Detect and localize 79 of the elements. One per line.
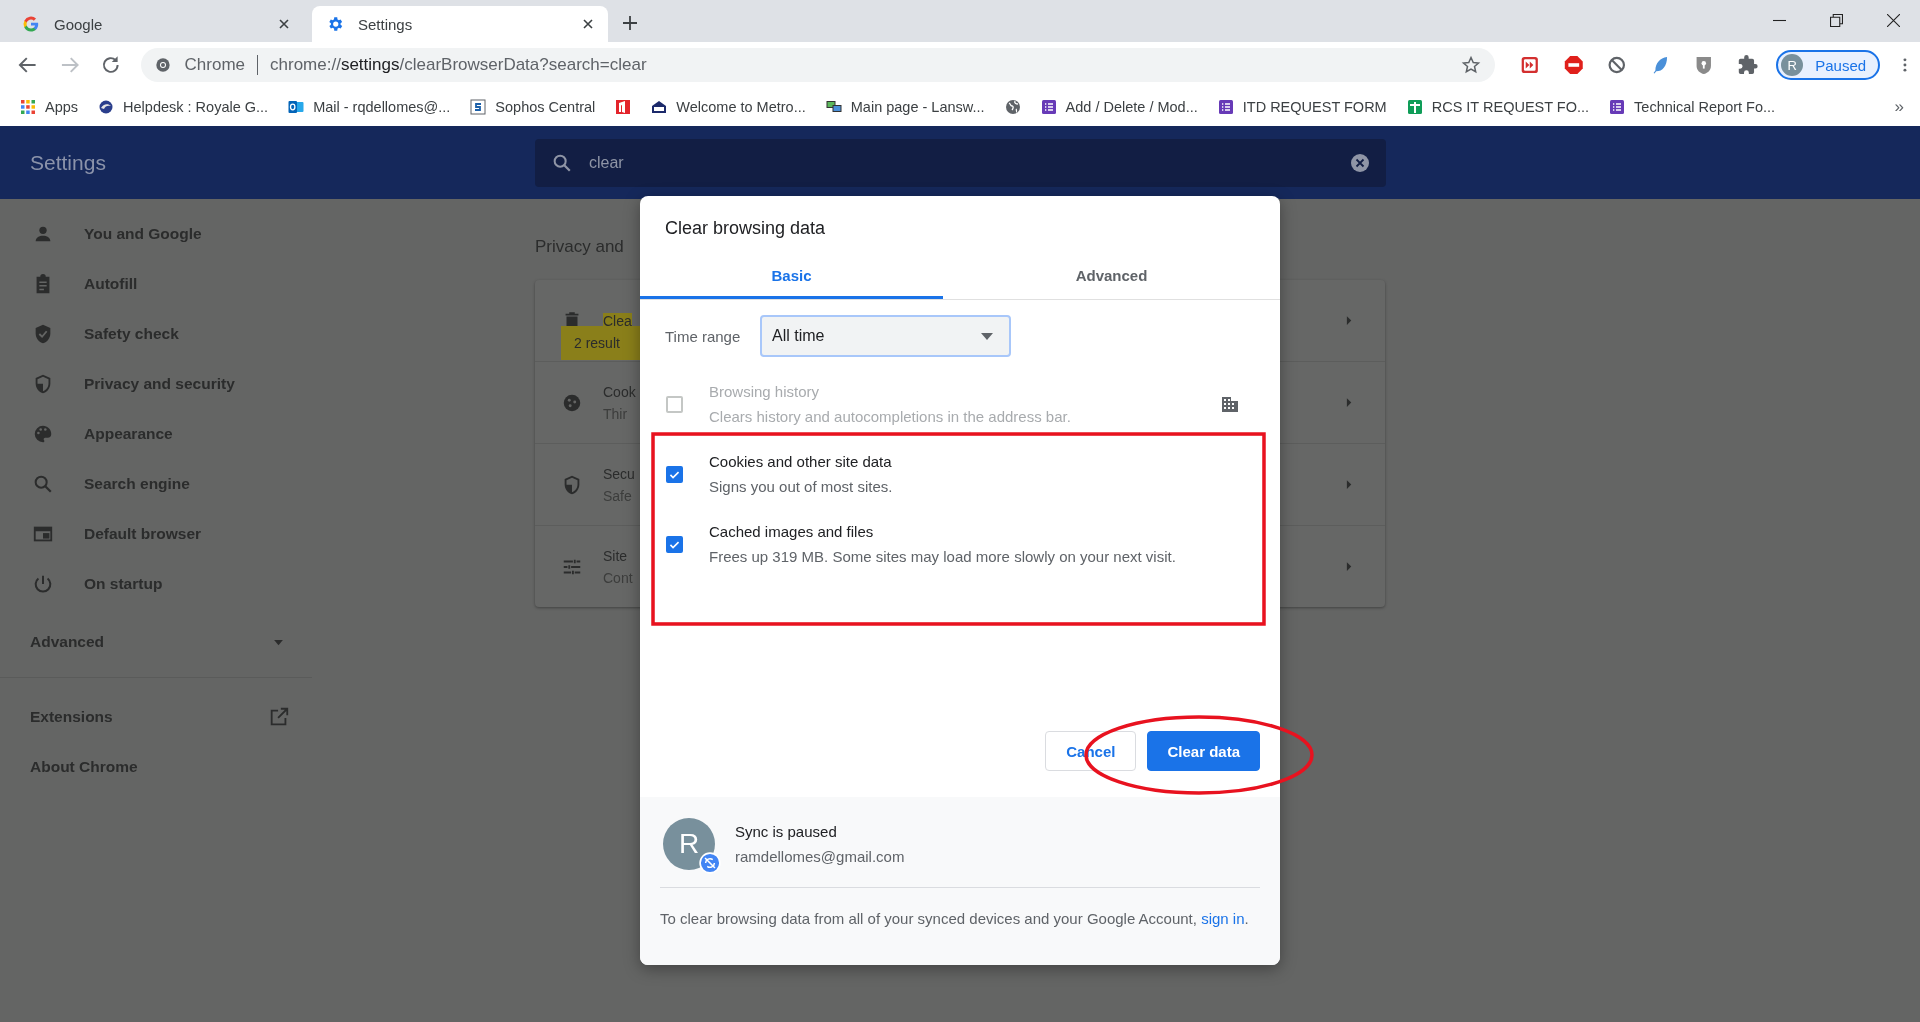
profile-button[interactable]: R Paused xyxy=(1776,50,1881,80)
search-icon xyxy=(32,473,54,495)
bookmark-link[interactable]: Welcome to Metro... xyxy=(676,99,806,115)
star-icon[interactable] xyxy=(1460,55,1481,75)
form-list-icon[interactable] xyxy=(1040,99,1057,115)
row-title: Cook xyxy=(603,383,636,400)
caret-icon xyxy=(981,332,993,340)
bookmark-link[interactable]: Sophos Central xyxy=(495,99,596,115)
bookmark-link[interactable]: ITD REQUEST FORM xyxy=(1242,99,1387,115)
close-icon[interactable] xyxy=(278,18,290,30)
avatar: R xyxy=(1781,54,1804,76)
account-email: ramdellomes@gmail.com xyxy=(735,848,905,865)
bookmark-link[interactable]: Mail - rqdellomes@... xyxy=(313,99,451,115)
checkbox[interactable] xyxy=(666,465,683,483)
dialog-title: Clear browsing data xyxy=(664,217,827,240)
dialog-tab[interactable]: Advanced xyxy=(943,254,1280,299)
row-title: Site xyxy=(603,547,628,564)
google-logo-icon xyxy=(22,15,40,33)
option-description: Frees up 319 MB. Some sites may load more slowly on your next visit. xyxy=(709,548,1177,565)
sync-note: To clear browsing data from all of your synced devices and your Google Account, sign in. xyxy=(660,909,1250,929)
site-label: Chrome xyxy=(184,55,245,75)
expand-arrow-icon[interactable] xyxy=(1346,561,1353,572)
envelope-icon[interactable] xyxy=(651,99,668,115)
dialog-tab[interactable]: Basic xyxy=(640,254,943,299)
new-tab-icon[interactable] xyxy=(622,15,638,31)
form-list-icon[interactable] xyxy=(1609,99,1626,115)
time-range-label: Time range xyxy=(665,327,742,345)
row-title: Secu xyxy=(603,465,635,482)
sync-off-icon xyxy=(699,852,721,874)
office-icon[interactable] xyxy=(615,99,632,115)
open-external-icon xyxy=(268,706,290,728)
apps-grid-icon[interactable] xyxy=(20,99,36,115)
option-description: Clears history and autocompletions in the address bar. xyxy=(709,408,1072,425)
stop-sign-icon[interactable] xyxy=(1562,54,1585,76)
bookmark-link[interactable]: Helpdesk : Royale G... xyxy=(123,99,269,115)
clear-search-icon[interactable] xyxy=(1350,152,1370,173)
account-avatar: R xyxy=(663,818,715,870)
more-bookmarks-button[interactable]: » xyxy=(1894,97,1904,117)
option-title: Browsing history xyxy=(709,383,821,400)
puzzle-icon[interactable] xyxy=(1736,54,1759,76)
chrome-logo-icon xyxy=(154,57,171,73)
time-range-dropdown[interactable]: All time xyxy=(760,315,1011,357)
restore-icon[interactable] xyxy=(1830,14,1843,27)
mail-app-icon[interactable] xyxy=(288,99,305,115)
globe-icon[interactable] xyxy=(1004,99,1021,115)
checkbox[interactable] xyxy=(666,535,683,553)
search-results-bubble: 2 result xyxy=(561,326,640,360)
option-description: Signs you out of most sites. xyxy=(709,478,894,495)
browser-tab[interactable]: Google xyxy=(8,6,304,42)
bookmark-link[interactable]: Main page - Lansw... xyxy=(850,99,985,115)
search-field[interactable]: clear xyxy=(535,138,1386,187)
close-icon[interactable] xyxy=(582,18,594,30)
palette-icon xyxy=(32,423,54,445)
swirl-icon[interactable] xyxy=(98,99,115,115)
url-text: chrome://settings/clearBrowserData?search=clear xyxy=(270,55,647,75)
s-box-icon[interactable] xyxy=(470,99,487,115)
bookmark-link[interactable]: Add / Delete / Mod... xyxy=(1065,99,1198,115)
option-title: Cached images and files xyxy=(709,523,875,540)
form-list-icon[interactable] xyxy=(1217,99,1234,115)
settings-title: Settings xyxy=(29,150,107,175)
close-icon[interactable] xyxy=(1887,14,1900,27)
caret-icon xyxy=(273,638,284,646)
section-heading: Privacy and xyxy=(535,236,625,258)
sync-status: Sync is paused xyxy=(735,823,838,840)
address-bar[interactable]: Chrome chrome://settings/clearBrowserData?search=clear xyxy=(140,48,1495,82)
bookmark-link[interactable]: Technical Report Fo... xyxy=(1634,99,1776,115)
expand-arrow-icon[interactable] xyxy=(1346,397,1353,408)
block-icon[interactable] xyxy=(1606,54,1628,76)
expand-arrow-icon[interactable] xyxy=(1346,315,1353,326)
expand-arrow-icon[interactable] xyxy=(1346,479,1353,490)
bookmark-link[interactable]: Apps xyxy=(45,99,79,115)
computers-icon[interactable] xyxy=(825,99,842,115)
power-icon xyxy=(32,573,54,595)
option-title: Cookies and other site data xyxy=(709,453,893,470)
bookmark-link[interactable]: RCS IT REQUEST FO... xyxy=(1431,99,1590,115)
plus-sheet-icon[interactable] xyxy=(1406,99,1423,115)
browser-tab[interactable]: Settings xyxy=(312,6,608,42)
sign-in-link[interactable]: sign in xyxy=(1201,910,1245,927)
clear-data-button[interactable]: Clear data xyxy=(1147,731,1260,771)
